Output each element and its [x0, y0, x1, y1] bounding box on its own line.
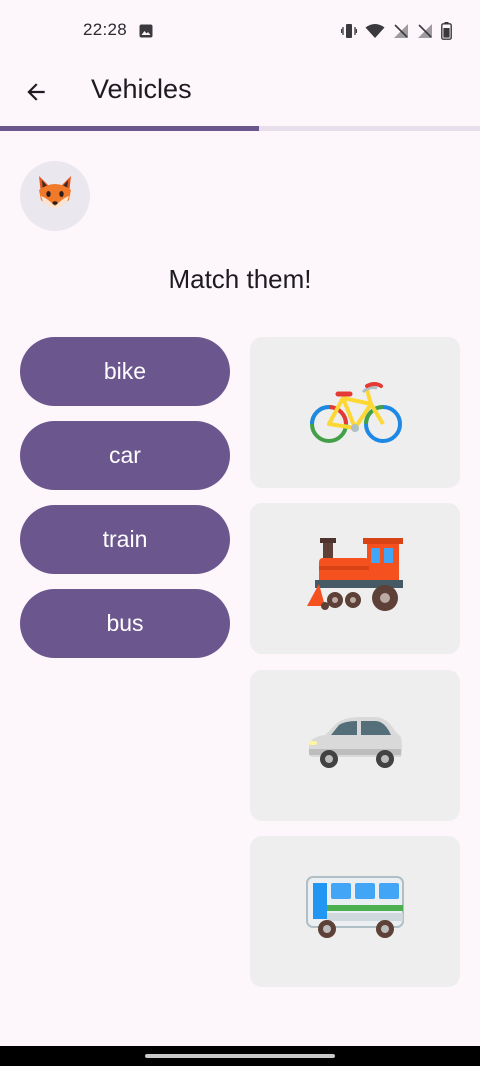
arrow-back-icon — [23, 79, 49, 110]
no-signal-icon — [393, 23, 409, 44]
word-button-bus[interactable]: bus — [20, 589, 230, 658]
avatar — [20, 161, 90, 231]
word-button-bike[interactable]: bike — [20, 337, 230, 406]
system-nav-bar — [0, 1046, 480, 1066]
battery-icon — [441, 22, 452, 45]
car-icon — [305, 713, 405, 778]
page-title: Vehicles — [91, 74, 192, 104]
word-button-train[interactable]: train — [20, 505, 230, 574]
picture-card-bus[interactable] — [250, 836, 460, 987]
picture-card-bicycle[interactable] — [250, 337, 460, 488]
app-bar: Vehicles — [0, 64, 480, 126]
image-icon — [139, 24, 153, 43]
prompt-text: Match them! — [168, 264, 312, 294]
progress-fill — [0, 126, 260, 131]
status-time: 22:28 — [83, 20, 128, 39]
word-button-car[interactable]: car — [20, 421, 230, 490]
status-icons — [340, 22, 452, 45]
vibrate-icon — [340, 22, 358, 45]
wifi-icon — [365, 23, 385, 44]
fox-icon — [33, 172, 77, 221]
bicycle-icon — [305, 372, 405, 453]
home-gesture-handle[interactable] — [145, 1054, 335, 1058]
bus-icon — [305, 873, 405, 950]
back-button[interactable] — [18, 76, 54, 112]
no-signal-icon — [417, 23, 433, 44]
picture-card-locomotive[interactable] — [250, 503, 460, 654]
picture-card-car[interactable] — [250, 670, 460, 821]
locomotive-icon — [305, 536, 405, 621]
status-bar: 22:28 — [0, 0, 480, 64]
progress-bar — [0, 126, 480, 131]
